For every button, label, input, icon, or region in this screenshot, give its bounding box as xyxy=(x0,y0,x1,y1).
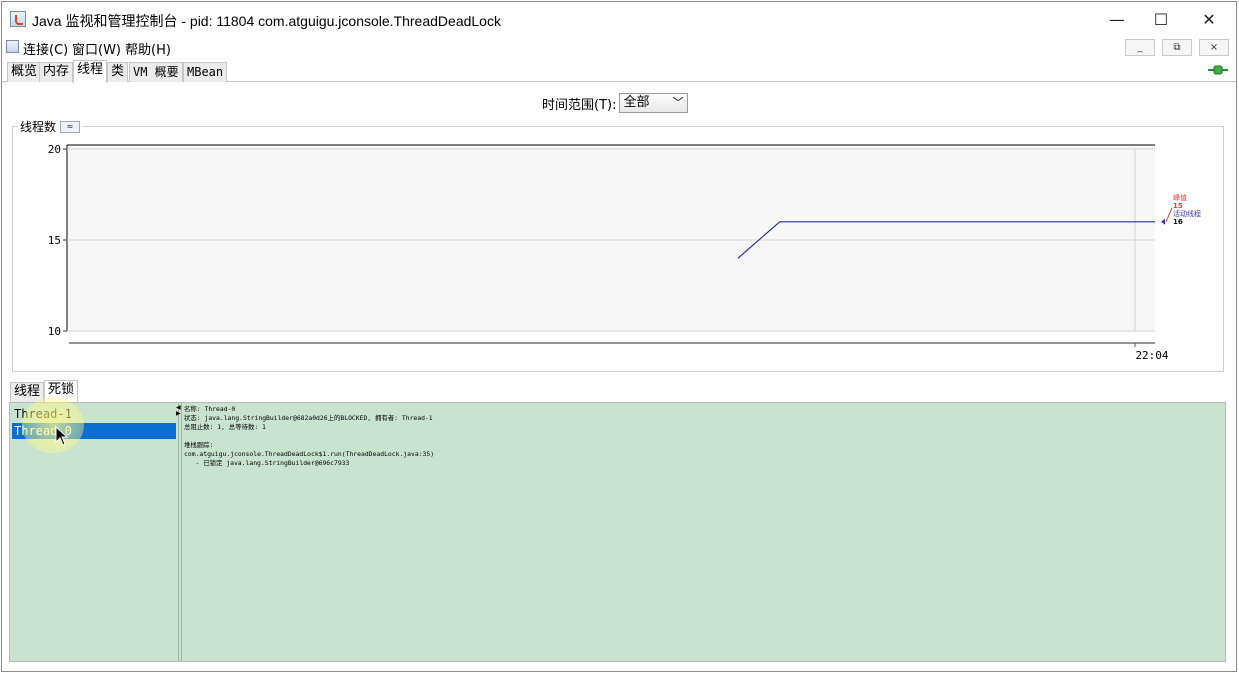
inner-close-button[interactable]: × xyxy=(1199,39,1229,56)
detail-line: 堆栈跟踪: xyxy=(184,441,214,449)
menu-window[interactable]: 窗口(W) xyxy=(72,39,121,58)
thread-count-chart: 20151022:04峰值15活动线程16 xyxy=(48,143,1201,362)
tab-classes[interactable]: 类 xyxy=(107,62,129,82)
java-doc-icon[interactable] xyxy=(6,40,19,53)
legend-label: 峰值 xyxy=(1173,193,1187,202)
legend-label: 15 xyxy=(1173,202,1183,210)
chevron-down-icon: ﹀ xyxy=(672,96,684,109)
main-tab-bar: 概览 内存 线程 类 VM 概要 MBean xyxy=(2,59,1236,83)
detail-line: 状态: java.lang.StringBuilder@682a0d26上的BL… xyxy=(184,414,433,422)
tab-threads[interactable]: 线程 xyxy=(73,60,108,83)
plot-background xyxy=(67,145,1155,331)
thread-count-panel-header: 线程数 ≈ xyxy=(18,118,83,135)
detail-line xyxy=(184,432,1221,441)
y-tick-label: 20 xyxy=(48,143,61,156)
menu-help[interactable]: 帮助(H) xyxy=(125,39,171,58)
window-title: Java 监视和管理控制台 - pid: 11804 com.atguigu.j… xyxy=(32,13,501,29)
title-bar[interactable]: Java 监视和管理控制台 - pid: 11804 com.atguigu.j… xyxy=(2,2,1236,36)
y-tick-label: 15 xyxy=(48,234,61,247)
tab-overview[interactable]: 概览 xyxy=(7,62,42,82)
inner-restore-button[interactable]: ⧉ xyxy=(1162,39,1192,56)
connection-status-icon xyxy=(1208,65,1228,75)
thread-details-text: 名称: Thread-0 状态: java.lang.StringBuilder@… xyxy=(184,405,1221,661)
legend-label: 16 xyxy=(1173,218,1183,226)
time-range-select[interactable]: 全部 ﹀ xyxy=(619,93,689,113)
split-pane-divider[interactable]: ◀ ▶ xyxy=(176,403,182,661)
time-range-label: 时间范围(T): xyxy=(542,97,617,113)
minimize-button[interactable]: — xyxy=(1094,2,1140,36)
collapse-icon[interactable]: ≈ xyxy=(60,120,81,133)
legend-arrow-icon xyxy=(1161,218,1165,225)
x-tick-label: 22:04 xyxy=(1135,349,1168,362)
jconsole-window: Java 监视和管理控制台 - pid: 11804 com.atguigu.j… xyxy=(1,1,1237,672)
java-app-icon xyxy=(10,11,26,27)
list-item[interactable]: Thread-0 xyxy=(12,423,176,439)
list-item[interactable]: Thread-1 xyxy=(12,406,176,422)
legend-leader xyxy=(1165,207,1173,222)
time-range-control: 时间范围(T): 全部 ﹀ xyxy=(542,92,689,114)
menu-bar: 连接(C) 窗口(W) 帮助(H) _ ⧉ × xyxy=(2,36,1236,58)
menu-connect[interactable]: 连接(C) xyxy=(23,39,68,58)
time-range-value: 全部 xyxy=(623,95,650,110)
panel-title: 线程数 xyxy=(20,120,57,134)
maximize-button[interactable]: ☐ xyxy=(1138,2,1184,36)
tab-mbean[interactable]: MBean xyxy=(183,62,228,82)
tab-deadlock[interactable]: 死锁 xyxy=(44,380,79,402)
deadlock-panel: Thread-1 Thread-0 ◀ ▶ 名称: Thread-0 状态: jav… xyxy=(9,402,1226,662)
splitter-arrows-icon[interactable]: ◀ ▶ xyxy=(176,405,181,417)
detail-line: 总阻止数: 1, 总等待数: 1 xyxy=(184,423,266,431)
mouse-pointer-icon xyxy=(55,426,69,446)
y-tick-label: 10 xyxy=(48,325,61,338)
legend-label: 活动线程 xyxy=(1173,209,1201,218)
tab-memory[interactable]: 内存 xyxy=(39,62,74,82)
detail-line: - 已锁定 java.lang.StringBuilder@696c7933 xyxy=(184,459,350,467)
close-button[interactable]: ✕ xyxy=(1186,2,1232,36)
thread-list[interactable]: Thread-1 Thread-0 xyxy=(10,403,178,661)
detail-line: 名称: Thread-0 xyxy=(184,405,236,413)
inner-minimize-button[interactable]: _ xyxy=(1125,39,1155,56)
tab-thread-list[interactable]: 线程 xyxy=(10,382,45,402)
tab-vm-summary[interactable]: VM 概要 xyxy=(129,62,183,82)
detail-line: com.atguigu.jconsole.ThreadDeadLock$1.ru… xyxy=(184,450,435,458)
